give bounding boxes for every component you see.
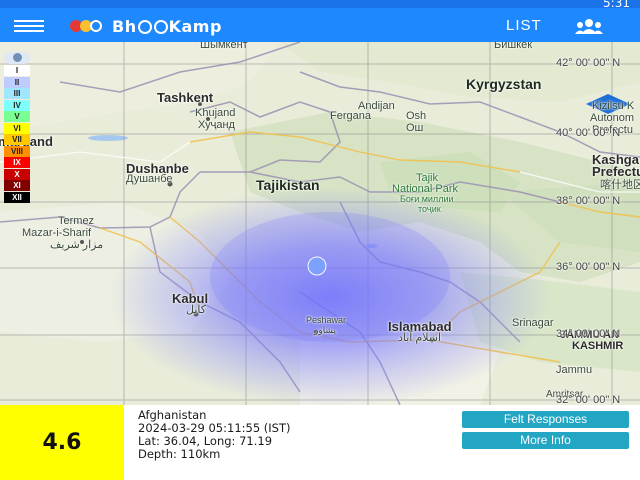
intensity-legend: I II III IV V VI VII VIII IX X XI XII — [4, 52, 30, 203]
users-icon[interactable] — [575, 18, 603, 34]
latitude-label: 42° 00' 00" N — [556, 57, 621, 69]
intensity-level-xi: XI — [4, 180, 30, 191]
place-label: Хуҷанд — [198, 119, 235, 131]
place-label: Fergana — [330, 110, 371, 122]
intensity-level-iii: III — [4, 88, 30, 99]
latitude-label: 32° 00' 00" N — [556, 394, 621, 405]
app-bar: Bh Kamp LIST — [0, 8, 640, 42]
place-label: Autonom — [590, 112, 635, 124]
latitude-label: 38° 00' 00" N — [556, 195, 621, 207]
place-label: Ош — [406, 122, 424, 134]
latitude-label: 34° 00' 00" N — [556, 328, 621, 340]
place-label: Osh — [406, 110, 427, 122]
intensity-level-viii: VIII — [4, 145, 30, 157]
menu-icon[interactable] — [14, 18, 44, 34]
list-button[interactable]: LIST — [506, 17, 542, 34]
more-info-button[interactable]: More Info — [462, 432, 629, 449]
intensity-level-ix: IX — [4, 157, 30, 168]
place-label: Tashkent — [157, 90, 214, 105]
intensity-level-xii: XII — [4, 191, 30, 203]
intensity-level-i: I — [4, 65, 30, 76]
target-icon — [153, 19, 168, 34]
place-label: Srinagar — [512, 317, 554, 329]
place-label: KASHMIR — [572, 340, 624, 352]
place-label: Jammu — [556, 364, 593, 376]
place-label: Peshawar — [306, 315, 347, 325]
place-label: Khujand — [195, 107, 236, 119]
globe-icon — [137, 19, 152, 34]
epicenter-marker[interactable] — [307, 256, 327, 276]
felt-responses-button[interactable]: Felt Responses — [462, 411, 629, 428]
map-background — [0, 42, 640, 405]
place-label: 喀什地区 — [600, 179, 640, 191]
intensity-level-ii: II — [4, 76, 30, 88]
intensity-level-vi: VI — [4, 122, 30, 134]
place-label: Душанбе — [126, 173, 173, 185]
place-label: Termez — [58, 215, 95, 227]
place-label: Бишкек — [494, 42, 533, 51]
park-label: Боғи миллии — [400, 194, 454, 204]
magnitude-value: 4.6 — [42, 430, 82, 455]
intensity-level-x: X — [4, 168, 30, 180]
place-label: اسلام آباد — [398, 332, 442, 344]
status-bar: 5:31 — [0, 0, 640, 10]
place-label: کابل — [186, 304, 206, 316]
app-title: Bh Kamp — [112, 16, 222, 36]
place-label: پشاور — [314, 325, 336, 335]
country-label: Kyrgyzstan — [466, 76, 542, 92]
map-view[interactable]: Шымкент Бишкек Kyrgyzstan Tashkent Khuja… — [0, 42, 640, 405]
latitude-label: 40° 00' 00" N — [556, 127, 621, 139]
app-logo: Bh Kamp — [70, 15, 222, 37]
place-label: Kizilsu K — [592, 100, 635, 112]
event-details: Afghanistan 2024-03-29 05:11:55 (IST) La… — [138, 409, 290, 461]
park-label: тоҷик — [418, 204, 441, 214]
event-info-panel: 4.6 Afghanistan 2024-03-29 05:11:55 (IST… — [0, 405, 640, 480]
place-label: Шымкент — [200, 42, 248, 51]
intensity-level-v: V — [4, 111, 30, 122]
place-label: مزار شریف — [50, 239, 104, 251]
country-label: Tajikistan — [256, 177, 320, 193]
intensity-level-iv: IV — [4, 99, 30, 111]
logo-dots-icon — [70, 18, 106, 34]
event-depth: Depth: 110km — [138, 447, 221, 461]
intensity-level-vii: VII — [4, 134, 30, 145]
magnitude-box: 4.6 — [0, 405, 124, 480]
latitude-label: 36° 00' 00" N — [556, 261, 621, 273]
info-icon[interactable] — [4, 52, 30, 64]
